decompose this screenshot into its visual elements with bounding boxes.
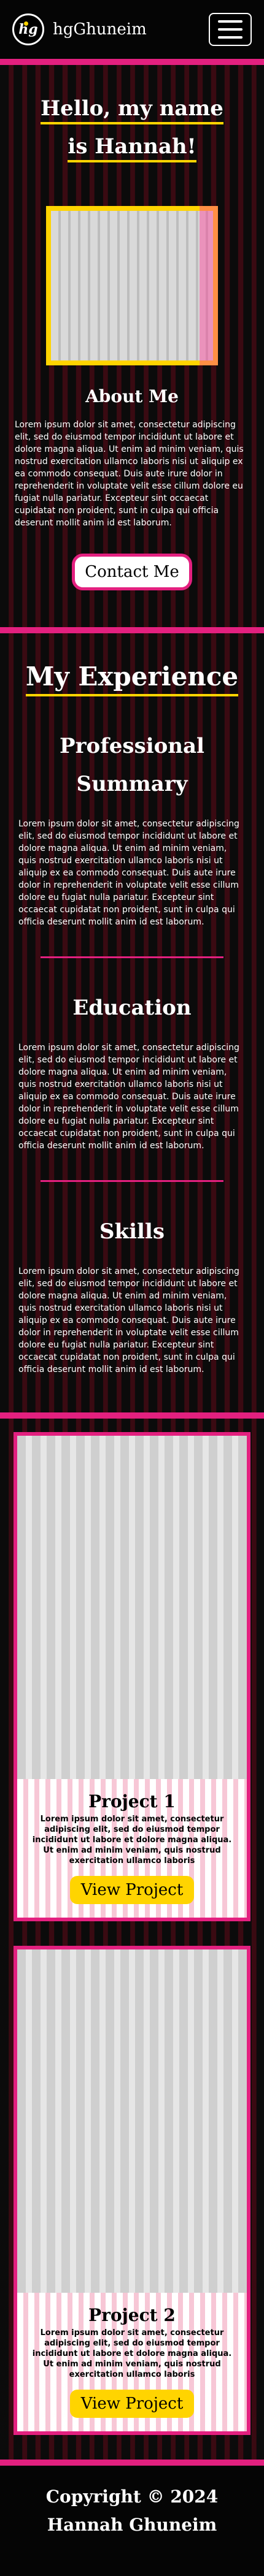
project-description: Lorem ipsum dolor sit amet, consectetur … bbox=[32, 2328, 232, 2379]
skills-section: Skills Lorem ipsum dolor sit amet, conse… bbox=[18, 1213, 246, 1376]
hero-title-line1: Hello, my name bbox=[41, 96, 223, 124]
education-title: Education bbox=[72, 996, 192, 1020]
project-card: Project 2 Lorem ipsum dolor sit amet, co… bbox=[14, 1946, 250, 2435]
contact-button[interactable]: Contact Me bbox=[72, 554, 192, 590]
professional-summary-title-line1: Professional bbox=[60, 734, 204, 758]
professional-summary-title-line2: Summary bbox=[76, 772, 188, 796]
project-title: Project 1 bbox=[88, 1791, 176, 1812]
project-title: Project 2 bbox=[88, 2305, 176, 2325]
experience-title: My Experience bbox=[25, 661, 239, 696]
skills-text: Lorem ipsum dolor sit amet, consectetur … bbox=[18, 1267, 239, 1374]
hero-title-line2: is Hannah! bbox=[68, 134, 196, 162]
footer-author-name: Hannah Ghuneim bbox=[47, 2515, 217, 2535]
professional-summary-text: Lorem ipsum dolor sit amet, consectetur … bbox=[18, 819, 239, 927]
brand-name[interactable]: hgGhuneim bbox=[53, 20, 147, 39]
about-title: About Me bbox=[85, 386, 179, 406]
skills-title: Skills bbox=[99, 1219, 165, 1244]
about-text: Lorem ipsum dolor sit amet, consectetur … bbox=[15, 420, 244, 528]
site-header: hg hgGhuneim bbox=[0, 0, 264, 65]
view-project-button[interactable]: View Project bbox=[69, 1876, 195, 1904]
experience-divider bbox=[41, 956, 223, 958]
site-footer: Copyright © 2024 Hannah Ghuneim bbox=[0, 2460, 264, 2576]
education-text: Lorem ipsum dolor sit amet, consectetur … bbox=[18, 1043, 239, 1151]
profile-image bbox=[46, 206, 218, 365]
professional-summary-title: Professional Summary bbox=[18, 727, 246, 803]
experience-section: My Experience Professional Summary Lorem… bbox=[0, 633, 264, 1412]
hero-title: Hello, my name is Hannah! bbox=[15, 90, 249, 166]
hero-section: Hello, my name is Hannah! About Me Lorem… bbox=[0, 65, 264, 627]
section-divider bbox=[0, 627, 264, 633]
logo-icon[interactable]: hg bbox=[12, 13, 44, 45]
projects-section: Project 1 Lorem ipsum dolor sit amet, co… bbox=[0, 1432, 264, 2460]
logo-text: hg bbox=[18, 21, 38, 37]
education-section: Education Lorem ipsum dolor sit amet, co… bbox=[18, 989, 246, 1152]
project-card: Project 1 Lorem ipsum dolor sit amet, co… bbox=[14, 1432, 250, 1921]
section-divider bbox=[0, 1412, 264, 1419]
copyright-text: Copyright © 2024 bbox=[45, 2486, 219, 2507]
menu-bar-icon bbox=[218, 20, 243, 23]
logo-dot bbox=[24, 21, 28, 26]
professional-summary-section: Professional Summary Lorem ipsum dolor s… bbox=[18, 727, 246, 928]
project-image bbox=[17, 1949, 247, 2293]
project-image bbox=[17, 1436, 247, 1779]
experience-divider bbox=[41, 1180, 223, 1182]
view-project-button[interactable]: View Project bbox=[69, 2390, 195, 2418]
menu-bar-icon bbox=[218, 28, 243, 31]
project-description: Lorem ipsum dolor sit amet, consectetur … bbox=[32, 1815, 232, 1865]
menu-bar-icon bbox=[218, 36, 243, 39]
hamburger-menu-button[interactable] bbox=[209, 13, 252, 46]
brand[interactable]: hg hgGhuneim bbox=[12, 13, 147, 45]
